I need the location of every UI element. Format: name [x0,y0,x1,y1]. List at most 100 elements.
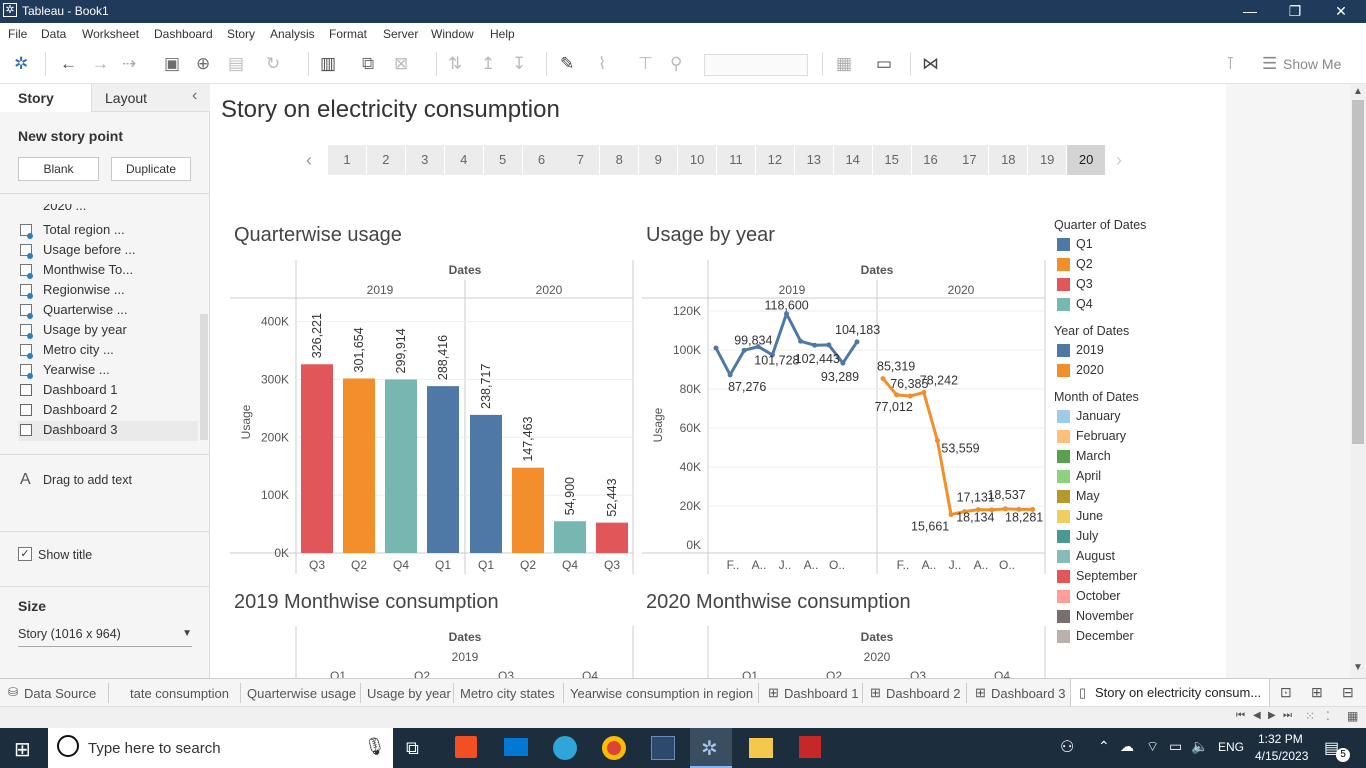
bar-value-label: 52,443 [605,478,619,516]
x-tick-label: A.. [804,558,819,572]
legend-label: June [1076,509,1104,523]
bar-2020-q3 [596,522,628,553]
line-point [713,345,719,351]
line-point [880,376,886,382]
language-indicator[interactable]: ENG [1218,740,1244,754]
bar-2020-q2 [512,467,544,553]
point-value-label: 85,319 [877,360,915,374]
y-tick-label: 400K [261,315,289,329]
tab-dashboard-1[interactable]: Dashboard 1 [784,686,858,701]
last-sheet-icon[interactable]: ⏭ [1283,710,1292,721]
edge-icon[interactable] [553,736,577,760]
y-tick-label: 40K [680,460,701,474]
legend-label: Q3 [1076,277,1093,291]
volume-icon[interactable]: 🔈 [1191,738,1208,755]
tab-state-consumption[interactable]: tate consumption [130,686,229,701]
x-tick-label: A.. [922,558,937,572]
windows-start-icon[interactable]: ⊞ [14,737,31,762]
legend-swatch [1057,570,1070,583]
file-explorer-icon[interactable] [749,738,773,758]
x-tick-label: Q2 [351,558,367,572]
legend-label: Q2 [1076,257,1093,271]
prev-sheet-icon[interactable]: ◀ [1253,710,1261,721]
tab-quarterwise-usage[interactable]: Quarterwise usage [247,686,356,701]
chrome-icon[interactable] [602,736,626,760]
y-axis-label: Usage [651,407,665,442]
app-icon-2[interactable] [799,736,821,758]
legend-swatch [1057,298,1070,311]
chevron-up-icon[interactable]: ⌃ [1098,738,1110,755]
legend-label: Q4 [1076,297,1093,311]
filmstrip-icon[interactable]: ⁚ [1326,709,1330,723]
legend-swatch [1057,364,1070,377]
new-dashboard-tab-icon[interactable]: ⊞ [1311,684,1323,701]
tab-story-active[interactable]: ▯ Story on electricity consum... [1070,679,1270,706]
point-value-label: 15,661 [911,519,949,533]
legend-quarter-title: Quarter of Dates [1054,218,1147,232]
bar-2019-q1 [427,386,459,553]
y-tick-label: 20K [680,499,701,513]
legend-label: November [1076,609,1134,623]
search-placeholder: Type here to search [88,740,221,757]
bar-value-label: 147,463 [521,416,535,461]
legend-label: May [1076,489,1100,503]
tab-dashboard-2[interactable]: Dashboard 2 [886,686,960,701]
first-sheet-icon[interactable]: ⏮ [1236,710,1245,721]
bar-2020-q4 [554,521,586,553]
bar-2019-q3 [301,364,333,553]
legend-label: March [1076,449,1111,463]
tab-metro-city-states[interactable]: Metro city states [460,686,555,701]
clock-date[interactable]: 4/15/2023 [1255,749,1308,763]
point-value-label: 93,289 [821,370,859,384]
legend-label: December [1076,629,1134,643]
legend-swatch [1057,530,1070,543]
tab-usage-by-year[interactable]: Usage by year [367,686,451,701]
people-icon[interactable]: ⚇ [1060,737,1074,757]
y-tick-label: 0K [274,546,289,560]
line-point [934,438,940,444]
new-story-tab-icon[interactable]: ⊟ [1342,684,1354,701]
cloud-icon[interactable]: ☁ [1120,738,1134,755]
legend-swatch [1057,450,1070,463]
x-tick-label: Q3 [604,558,620,572]
x-tick-label: J.. [949,558,962,572]
story-icon: ▯ [1079,685,1087,700]
legend-label: February [1076,429,1127,443]
bar-2020-q1 [470,414,502,553]
tab-data-source[interactable]: Data Source [24,686,96,701]
tableau-taskbar-button[interactable]: ✲ [690,728,732,768]
new-worksheet-tab-icon[interactable]: ⊡ [1280,684,1292,701]
store-icon[interactable] [455,736,477,758]
point-value-label: 53,559 [941,442,979,456]
task-view-icon[interactable]: ⧉ [406,738,419,759]
bar-value-label: 301,654 [352,327,366,372]
year-header-2019: 2019 [367,283,394,297]
wifi-icon[interactable]: ⌔ [1146,738,1159,756]
dashboard-icon: ⊞ [768,685,779,700]
legend-swatch [1057,238,1070,251]
microphone-icon[interactable]: 🎙 [364,737,386,757]
mail-icon[interactable] [504,738,528,756]
point-value-label: 18,537 [987,488,1025,502]
app-icon[interactable] [651,736,675,760]
bar-value-label: 54,900 [563,477,577,515]
next-sheet-icon[interactable]: ▶ [1268,710,1276,721]
point-value-label: 104,183 [835,323,880,337]
year-header-2020: 2020 [864,650,891,664]
point-value-label: 102,443 [795,352,840,366]
clock-time[interactable]: 1:32 PM [1258,732,1303,746]
legend-label: September [1076,569,1138,583]
dates-header: Dates [449,630,482,644]
line-point [948,511,954,517]
tab-dashboard-3[interactable]: Dashboard 3 [991,686,1065,701]
tab-yearwise-consumption[interactable]: Yearwise consumption in region [570,686,753,701]
legend-swatch [1057,550,1070,563]
tabs-view-icon[interactable]: ▦ [1347,709,1358,723]
sheet-sorter-icon[interactable]: ⁙ [1305,709,1315,723]
legend-label: October [1076,589,1121,603]
taskbar-search[interactable]: Type here to search 🎙 [48,728,393,768]
battery-icon[interactable]: ▭ [1169,738,1182,755]
x-tick-label: Q2 [520,558,536,572]
year-header-2019: 2019 [779,283,806,297]
y-tick-label: 80K [680,382,701,396]
